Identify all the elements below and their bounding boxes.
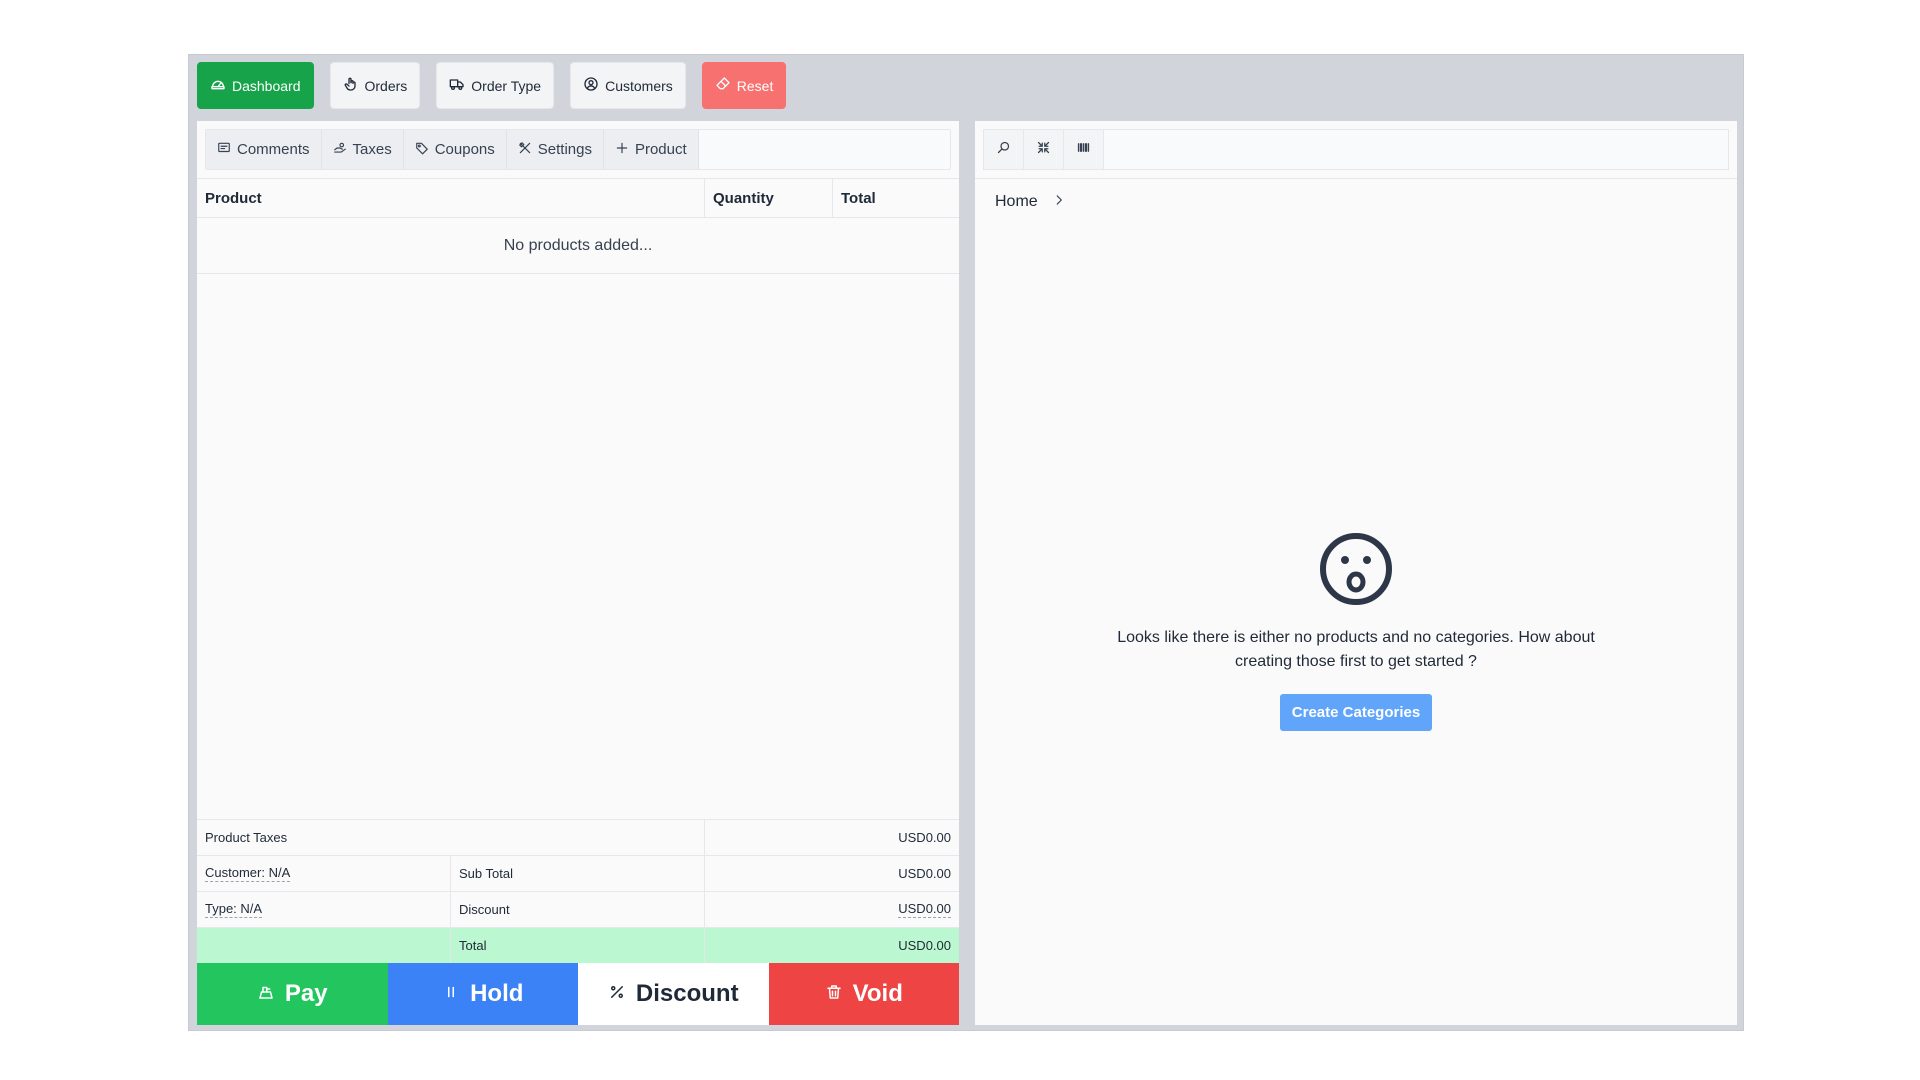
customer-link[interactable]: Customer: N/A [205,865,291,882]
truck-icon [449,76,465,95]
dashboard-label: Dashboard [232,77,301,94]
toolbar-divider [975,178,1737,179]
comment-icon [217,141,231,159]
cart-panel: Comments Taxes Coupons Settings Product … [197,121,959,1025]
discount-value[interactable]: USD0.00 [898,901,951,918]
dashboard-gauge-icon [210,76,226,95]
products-panel: Home Looks like there is either no produ… [975,121,1737,1025]
void-button[interactable]: Void [768,963,959,1025]
tools-icon [518,141,532,159]
sub-total-label: Sub Total [451,856,705,891]
settings-tab[interactable]: Settings [506,130,604,169]
cash-register-icon [257,980,275,1008]
create-categories-button[interactable]: Create Categories [1279,694,1433,731]
column-header-product: Product [197,179,705,217]
settings-label: Settings [537,141,592,158]
order-type-button[interactable]: Order Type [436,62,555,109]
orders-button[interactable]: Orders [329,62,421,109]
search-button[interactable] [984,130,1024,169]
column-header-quantity: Quantity [705,179,833,217]
coupons-label: Coupons [434,141,495,158]
search-icon [996,140,1011,160]
user-circle-icon [583,76,599,95]
breadcrumb: Home [995,187,1066,217]
product-label: Product [634,141,687,158]
customers-label: Customers [605,77,673,94]
orders-label: Orders [364,77,408,94]
total-value: USD0.00 [898,938,951,953]
column-header-total: Total [841,189,876,207]
eraser-icon [715,76,731,95]
product-search-input[interactable] [1104,130,1728,169]
hand-coins-icon [333,141,347,159]
total-label: Total [451,928,705,963]
pay-label: Pay [284,980,328,1007]
discount-row: Type: N/A Discount USD0.00 [197,891,959,927]
subtotal-row: Customer: N/A Sub Total USD0.00 [197,855,959,891]
product-search-bar [983,129,1729,170]
chevron-right-icon [1052,193,1066,212]
sub-total-value: USD0.00 [898,866,951,881]
pos-app: Dashboard Orders Order Type Customers Re… [188,54,1744,1031]
percent-icon [608,980,626,1008]
hold-label: Hold [470,980,524,1007]
hand-pointer-icon [343,76,359,95]
empty-state-message: Looks like there is either no products a… [1117,629,1595,670]
compress-arrows-icon [1036,140,1051,160]
comments-label: Comments [237,141,310,158]
barcode-icon [1076,140,1091,160]
add-product-tab[interactable]: Product [603,130,699,169]
collapse-button[interactable] [1024,130,1064,169]
top-navigation: Dashboard Orders Order Type Customers Re… [197,62,787,109]
product-taxes-row: Product Taxes USD0.00 [197,819,959,855]
pay-button[interactable]: Pay [197,963,388,1025]
taxes-tab[interactable]: Taxes [321,130,404,169]
discount-label: Discount [451,892,705,927]
product-taxes-label: Product Taxes [197,820,705,855]
coupons-tab[interactable]: Coupons [403,130,507,169]
order-type-label: Order Type [471,77,542,94]
dashboard-button[interactable]: Dashboard [197,62,314,109]
cart-summary: Product Taxes USD0.00 Customer: N/A Sub … [197,819,959,963]
empty-state: Looks like there is either no products a… [975,531,1737,731]
trash-icon [825,980,843,1008]
pause-icon [442,980,460,1008]
breadcrumb-home[interactable]: Home [995,193,1038,211]
reset-button[interactable]: Reset [701,62,787,109]
reset-label: Reset [736,77,774,94]
cart-toolbar: Comments Taxes Coupons Settings Product [205,129,951,170]
discount-button-label: Discount [635,980,739,1007]
total-row: Total USD0.00 [197,927,959,963]
surprised-face-icon [1318,531,1394,612]
cart-empty-message: No products added... [197,218,959,274]
cart-items-area [197,274,959,819]
taxes-label: Taxes [352,141,392,158]
plus-icon [615,141,629,159]
order-type-link[interactable]: Type: N/A [205,901,263,918]
discount-button[interactable]: Discount [578,963,769,1025]
cart-actions: Pay Hold Discount Void [197,963,959,1025]
tag-icon [415,141,429,159]
cart-table-header: Product Quantity Total [197,178,959,218]
void-label: Void [852,980,903,1007]
comments-tab[interactable]: Comments [206,130,322,169]
hold-button[interactable]: Hold [387,963,578,1025]
customers-button[interactable]: Customers [570,62,686,109]
product-taxes-value: USD0.00 [898,830,951,845]
barcode-button[interactable] [1064,130,1104,169]
